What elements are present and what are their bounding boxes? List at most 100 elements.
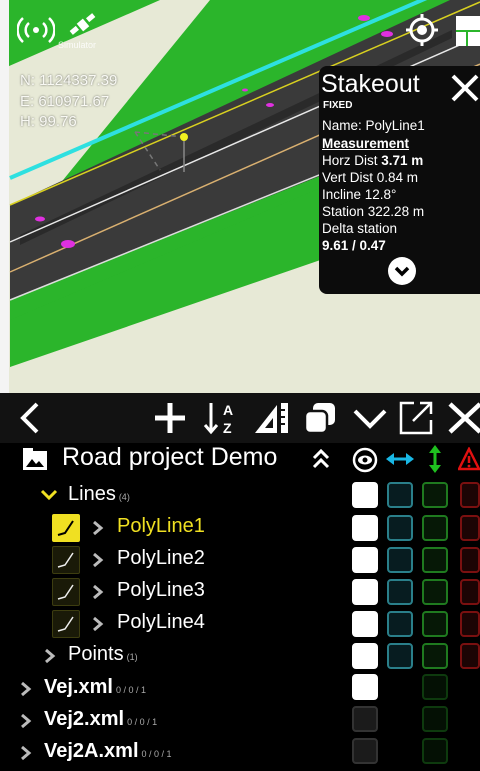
warning-checkbox[interactable] [460, 515, 480, 541]
chevron-right-icon[interactable] [92, 552, 104, 568]
back-icon[interactable] [14, 399, 44, 437]
locate-icon[interactable] [400, 8, 444, 52]
visibility-checkbox[interactable] [352, 547, 378, 573]
layer-toolbar: A Z [0, 393, 480, 443]
horizontal-checkbox[interactable] [387, 515, 413, 541]
close-icon[interactable] [447, 399, 480, 437]
list-item-vej2-xml[interactable]: Vej2.xml 0 / 0 / 1 [0, 704, 480, 736]
chevron-down-icon[interactable] [40, 489, 58, 501]
warning-icon[interactable] [458, 447, 480, 471]
vertical-checkbox[interactable] [422, 579, 448, 605]
sort-az-icon[interactable]: A Z [203, 399, 239, 437]
vertical-checkbox[interactable] [422, 738, 448, 764]
delta-station-value: 9.61 / 0.47 [322, 238, 386, 253]
collapse-icon[interactable] [352, 399, 388, 437]
file-label: Vej2A.xml 0 / 0 / 1 [44, 740, 172, 762]
gps-signal-icon[interactable] [14, 8, 58, 52]
svg-text:Z: Z [223, 420, 232, 436]
horizontal-checkbox[interactable] [387, 579, 413, 605]
map-layers-icon[interactable] [450, 8, 480, 52]
measurement-heading: Measurement [322, 136, 410, 151]
vertical-arrows-icon[interactable] [428, 445, 442, 473]
incline: Incline 12.8° [322, 187, 397, 202]
vertical-checkbox[interactable] [422, 515, 448, 541]
horizontal-arrows-icon[interactable] [386, 451, 414, 467]
warning-checkbox[interactable] [460, 643, 480, 669]
group-label: Points (1) [68, 643, 138, 665]
easting-readout: E: 610971.67 [20, 93, 110, 110]
polyline-icon [52, 514, 80, 542]
visibility-eye-icon[interactable] [352, 447, 378, 473]
vertical-checkbox[interactable] [422, 482, 448, 508]
visibility-checkbox[interactable] [352, 579, 378, 605]
copy-icon[interactable] [302, 399, 338, 437]
polyline-icon [52, 546, 80, 574]
warning-checkbox[interactable] [460, 611, 480, 637]
list-item-polyline3[interactable]: PolyLine3 [0, 575, 480, 607]
chevron-right-icon[interactable] [20, 681, 32, 697]
warning-checkbox[interactable] [460, 547, 480, 573]
visibility-checkbox[interactable] [352, 515, 378, 541]
svg-text:A: A [223, 402, 233, 418]
item-label: PolyLine1 [117, 515, 205, 537]
collapse-all-icon[interactable] [312, 449, 330, 469]
visibility-checkbox[interactable] [352, 643, 378, 669]
horizontal-checkbox[interactable] [387, 482, 413, 508]
list-item-polyline1[interactable]: PolyLine1 [0, 511, 480, 543]
chevron-right-icon[interactable] [20, 745, 32, 761]
file-label: Vej.xml 0 / 0 / 1 [44, 676, 146, 698]
list-item-vej2a-xml[interactable]: Vej2A.xml 0 / 0 / 1 [0, 736, 480, 768]
stakeout-panel: Stakeout FIXED Name: PolyLine1 Measureme… [319, 66, 480, 294]
measure-tool-icon[interactable] [252, 399, 292, 437]
vertical-checkbox[interactable] [422, 547, 448, 573]
group-row-points[interactable]: Points (1) [0, 639, 480, 671]
project-title: Road project Demo [62, 443, 278, 471]
polyline-icon [52, 578, 80, 606]
list-item-vej-xml[interactable]: Vej.xml 0 / 0 / 1 [0, 672, 480, 704]
visibility-checkbox[interactable] [352, 738, 378, 764]
file-counts: 0 / 0 / 1 [141, 749, 172, 759]
vertical-checkbox[interactable] [422, 674, 448, 700]
visibility-checkbox[interactable] [352, 482, 378, 508]
station: Station 322.28 m [322, 204, 425, 219]
folder-image-icon [23, 448, 47, 470]
file-label: Vej2.xml 0 / 0 / 1 [44, 708, 158, 730]
chevron-right-icon[interactable] [20, 713, 32, 729]
project-header-row[interactable]: Road project Demo [0, 443, 480, 475]
chevron-right-icon[interactable] [92, 616, 104, 632]
list-item-polyline2[interactable]: PolyLine2 [0, 543, 480, 575]
file-counts: 0 / 0 / 1 [115, 685, 146, 695]
satellite-icon [69, 13, 96, 35]
map-view[interactable]: Simulator N: 1124337.39 E: 610971.67 H: … [0, 0, 480, 393]
list-item-polyline4[interactable]: PolyLine4 [0, 607, 480, 639]
chevron-right-icon[interactable] [92, 520, 104, 536]
vertical-distance: Vert Dist 0.84 m [322, 170, 419, 185]
group-label: Lines (4) [68, 483, 130, 505]
chevron-right-icon[interactable] [92, 584, 104, 600]
vertical-checkbox[interactable] [422, 706, 448, 732]
fix-status: FIXED [323, 100, 353, 111]
open-external-icon[interactable] [397, 399, 435, 437]
visibility-checkbox[interactable] [352, 611, 378, 637]
add-icon[interactable] [152, 399, 188, 437]
horizontal-checkbox[interactable] [387, 643, 413, 669]
close-icon[interactable] [449, 72, 480, 104]
visibility-checkbox[interactable] [352, 706, 378, 732]
height-readout: H: 99.76 [20, 113, 77, 130]
layer-tree: Road project Demo Lines (4) PolyLine1 Po… [0, 443, 480, 771]
chevron-right-icon[interactable] [44, 648, 56, 664]
chevron-down-icon[interactable] [388, 257, 416, 285]
warning-checkbox[interactable] [460, 482, 480, 508]
vertical-checkbox[interactable] [422, 611, 448, 637]
horizontal-distance-value: 3.71 m [381, 153, 424, 168]
warning-checkbox[interactable] [460, 579, 480, 605]
horizontal-checkbox[interactable] [387, 611, 413, 637]
northing-readout: N: 1124337.39 [20, 72, 118, 89]
horizontal-checkbox[interactable] [387, 547, 413, 573]
vertical-checkbox[interactable] [422, 643, 448, 669]
file-counts: 0 / 0 / 1 [127, 717, 158, 727]
group-row-lines[interactable]: Lines (4) [0, 479, 480, 511]
visibility-checkbox[interactable] [352, 674, 378, 700]
delta-station-label: Delta station [322, 221, 398, 236]
item-label: PolyLine4 [117, 611, 205, 633]
